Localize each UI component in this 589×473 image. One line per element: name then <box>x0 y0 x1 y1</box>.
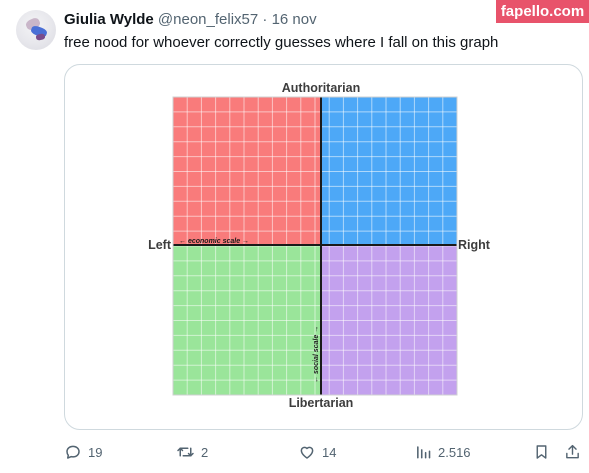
like-icon <box>298 443 316 461</box>
retweet-button[interactable]: 2 <box>176 442 208 462</box>
retweet-count: 2 <box>201 444 209 460</box>
author-handle[interactable]: @neon_felix57 <box>158 11 258 28</box>
reply-count: 19 <box>88 444 103 460</box>
separator-dot: · <box>262 11 268 28</box>
views-button[interactable]: 2.516 <box>415 442 471 462</box>
like-count: 14 <box>322 444 337 460</box>
reply-icon <box>64 443 82 461</box>
label-left: Left <box>148 238 172 252</box>
tweet-header: Giulia Wylde @neon_felix57 · 16 nov <box>64 11 317 28</box>
reply-button[interactable]: 19 <box>64 442 102 462</box>
label-libertarian: Libertarian <box>289 396 354 410</box>
share-icon <box>564 443 581 461</box>
share-button[interactable] <box>564 442 581 462</box>
bookmark-icon <box>533 443 550 461</box>
political-compass: Authoritarian Libertarian Left Right ← e… <box>148 81 491 410</box>
label-right: Right <box>458 238 491 252</box>
avatar-figure-accent <box>35 33 46 41</box>
watermark: fapello.com <box>496 0 589 23</box>
social-scale-label: ← social scale → <box>313 326 320 383</box>
retweet-icon <box>176 443 195 461</box>
views-icon <box>415 443 432 461</box>
views-count: 2.516 <box>438 444 471 460</box>
action-bar: 19 2 14 2.516 <box>64 442 581 462</box>
economic-scale-label: ← economic scale → <box>179 238 249 245</box>
like-button[interactable]: 14 <box>298 442 336 462</box>
tweet-media[interactable]: Authoritarian Libertarian Left Right ← e… <box>64 64 583 430</box>
avatar[interactable] <box>16 10 56 50</box>
tweet-text: free nood for whoever correctly guesses … <box>64 34 499 51</box>
author-name[interactable]: Giulia Wylde <box>64 11 154 28</box>
tweet-date[interactable]: 16 nov <box>272 11 317 28</box>
bookmark-button[interactable] <box>533 442 550 462</box>
label-authoritarian: Authoritarian <box>282 81 360 95</box>
